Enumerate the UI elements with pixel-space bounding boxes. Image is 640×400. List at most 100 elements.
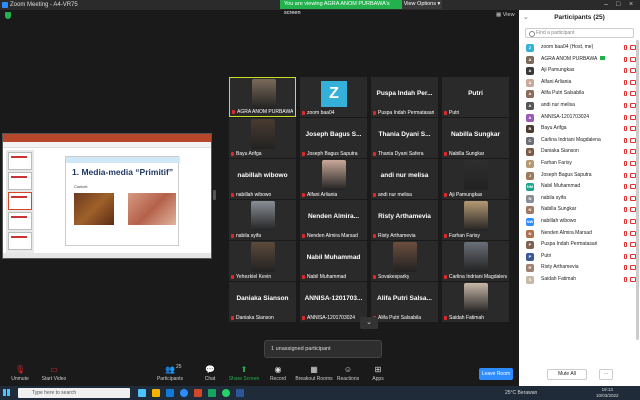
tile-name-label: Carlina Indriani Magdalena bbox=[444, 274, 507, 280]
share-screen-icon: ⬆ bbox=[240, 365, 248, 374]
participant-row[interactable]: A Aji Pamungkas bbox=[519, 65, 640, 77]
whatsapp-icon[interactable] bbox=[222, 389, 230, 397]
tile-display-name: Risty Arthamevia bbox=[378, 213, 431, 220]
participants-button[interactable]: 👥 25 Participants bbox=[150, 362, 190, 386]
participant-tile[interactable]: Saidah Fatimah bbox=[442, 282, 509, 322]
breakout-rooms-icon: ▦ bbox=[310, 365, 318, 374]
participant-tile[interactable]: Zzoom baa04 bbox=[300, 77, 367, 117]
participant-tile[interactable]: Yehezkiel Kevin bbox=[229, 241, 296, 281]
tile-name-text: Nabilla Sungkar bbox=[449, 151, 485, 157]
participant-row[interactable]: NM Nabil Muhammad bbox=[519, 181, 640, 193]
participant-row[interactable]: A Alifa Putri Salsabila bbox=[519, 88, 640, 100]
participant-tile[interactable]: Nenden Almira... Nenden Almira Marsad bbox=[300, 200, 367, 240]
participant-search-input[interactable]: Find a participant bbox=[525, 28, 634, 38]
participant-tile[interactable]: nabillah wibowo nabillah wibowo bbox=[229, 159, 296, 199]
tile-display-name: Puspa Indah Per... bbox=[376, 90, 433, 97]
taskbar-clock[interactable]: 19:13 10/03/2022 bbox=[596, 387, 619, 399]
participant-tile[interactable]: Putri Putri bbox=[442, 77, 509, 117]
participant-row[interactable]: A ANNISA-1201703024 bbox=[519, 112, 640, 124]
tile-name-text: Saidah Fatimah bbox=[449, 315, 485, 321]
participant-name: Saidah Fatimah bbox=[541, 275, 577, 282]
mute-all-button[interactable]: Mute All bbox=[547, 369, 587, 380]
participant-row[interactable]: P Puspa Indah Permatasari bbox=[519, 239, 640, 251]
chrome-icon[interactable] bbox=[208, 389, 216, 397]
tile-name-text: Risty Arthamevia bbox=[378, 233, 416, 239]
participant-row[interactable]: Aandi nur melisa bbox=[519, 100, 640, 112]
participant-tile[interactable]: Sovakesparky bbox=[371, 241, 438, 281]
participant-tile[interactable]: Nabilla Sungkar Nabilla Sungkar bbox=[442, 118, 509, 158]
video-feed bbox=[464, 283, 488, 313]
participant-tile[interactable]: nabila syifa bbox=[229, 200, 296, 240]
video-feed bbox=[251, 201, 275, 231]
participant-row[interactable]: Zzoom baa04 (Host, me) bbox=[519, 42, 640, 54]
participant-tile[interactable]: Nabil Muhammad Nabil Muhammad bbox=[300, 241, 367, 281]
participant-list-scrollbar[interactable] bbox=[636, 40, 639, 340]
participant-tile[interactable]: Carlina Indriani Magdalena bbox=[442, 241, 509, 281]
participant-tile[interactable]: Alfani Arliania bbox=[300, 159, 367, 199]
task-view-icon[interactable] bbox=[138, 389, 146, 397]
tile-name-text: Puspa Indah Permatasari bbox=[378, 110, 435, 116]
windows-start-icon[interactable] bbox=[3, 389, 10, 396]
window-title: Zoom Meeting - A4-VR75 bbox=[10, 2, 78, 8]
participant-tile[interactable]: Thania Dyani S... Thania Dyani Safera bbox=[371, 118, 438, 158]
participant-row[interactable]: A AGRA ANOM PURBAWA bbox=[519, 54, 640, 66]
muted-mic-icon bbox=[373, 111, 376, 115]
weather-widget[interactable]: 25°C Berawan bbox=[505, 386, 537, 400]
edge-icon[interactable] bbox=[166, 389, 174, 397]
participant-tile[interactable]: Aji Pamungkas bbox=[442, 159, 509, 199]
start-video-button[interactable]: ▭ Start Video bbox=[34, 362, 74, 386]
zoom-taskbar-icon[interactable] bbox=[180, 389, 188, 397]
tile-name-text: Alfani Arliania bbox=[307, 192, 338, 198]
view-button[interactable]: ▦ View bbox=[496, 12, 515, 18]
more-options-button[interactable]: ... bbox=[599, 369, 613, 380]
muted-mic-icon bbox=[373, 152, 376, 156]
participant-row[interactable]: Nnabila syifa bbox=[519, 193, 640, 205]
participant-row[interactable]: N Nabilla Sungkar bbox=[519, 204, 640, 216]
participant-tile[interactable]: Farhan Farisy bbox=[442, 200, 509, 240]
participant-tile[interactable]: Daniaka Sianson Daniaka Sianson bbox=[229, 282, 296, 322]
participant-tile[interactable]: Risty Arthamevia Risty Arthamevia bbox=[371, 200, 438, 240]
word-icon[interactable] bbox=[236, 389, 244, 397]
participant-row[interactable]: C Carlina Indriani Magdalena bbox=[519, 135, 640, 147]
file-explorer-icon[interactable] bbox=[152, 389, 160, 397]
participant-tile[interactable]: AGRA ANOM PURBAWA bbox=[229, 77, 296, 117]
maximize-icon[interactable]: □ bbox=[616, 0, 620, 10]
participant-name: ANNISA-1201703024 bbox=[541, 113, 590, 120]
participant-tile[interactable]: ANNISA-1201703... ANNISA-1201703024 bbox=[300, 282, 367, 322]
leave-room-button[interactable]: Leave Room bbox=[479, 368, 513, 380]
participant-row[interactable]: R Risty Arthamevia bbox=[519, 262, 640, 274]
minimize-icon[interactable]: – bbox=[604, 0, 608, 10]
tile-display-name: Thania Dyani S... bbox=[378, 131, 431, 138]
participant-row[interactable]: F Farhan Farisy bbox=[519, 158, 640, 170]
participant-row[interactable]: P Putri bbox=[519, 251, 640, 263]
panel-collapse-icon[interactable]: ⌄ bbox=[523, 10, 529, 26]
participant-row[interactable]: J Joseph Bagus Saputra bbox=[519, 170, 640, 182]
participant-row[interactable]: A Alfani Arliania bbox=[519, 77, 640, 89]
participant-tile[interactable]: Alifa Putri Salsa... Alifa Putri Salsabil… bbox=[371, 282, 438, 322]
security-shield-icon[interactable] bbox=[5, 12, 11, 19]
participant-tile[interactable]: Joseph Bagus S... Joseph Bagus Saputra bbox=[300, 118, 367, 158]
participant-tile[interactable]: andi nur melisa andi nur melisa bbox=[371, 159, 438, 199]
muted-mic-icon bbox=[624, 45, 627, 50]
apps-button[interactable]: ⊞ Apps bbox=[358, 362, 398, 386]
record-button[interactable]: ◉ Record bbox=[258, 362, 298, 386]
close-icon[interactable]: × bbox=[629, 0, 633, 10]
avatar: N bbox=[526, 194, 534, 203]
powerpoint-icon[interactable] bbox=[194, 389, 202, 397]
participant-row[interactable]: N Nenden Almira Marsad bbox=[519, 228, 640, 240]
participant-name: Nenden Almira Marsad bbox=[541, 229, 592, 236]
current-slide: 1. Media-media “Primitif” Contoh: bbox=[65, 156, 180, 246]
muted-mic-icon bbox=[444, 316, 447, 320]
taskbar-search-input[interactable]: Type here to search bbox=[18, 388, 130, 398]
next-page-chevron-icon[interactable]: ⌄ bbox=[360, 317, 378, 329]
participant-tile[interactable]: Bayu Arifga bbox=[229, 118, 296, 158]
view-options-button[interactable]: View Options ▾ bbox=[402, 0, 442, 9]
participant-row[interactable]: B Bayu Arifga bbox=[519, 123, 640, 135]
participant-row[interactable]: S Saidah Fatimah bbox=[519, 274, 640, 286]
participant-row[interactable]: D Daniaka Sianson bbox=[519, 146, 640, 158]
participant-row[interactable]: NW nabillah wibowo bbox=[519, 216, 640, 228]
participant-tile[interactable]: Puspa Indah Per... Puspa Indah Permatasar… bbox=[371, 77, 438, 117]
participant-name: Daniaka Sianson bbox=[541, 148, 579, 155]
splitter-handle[interactable] bbox=[213, 190, 216, 200]
muted-mic-icon bbox=[624, 79, 627, 85]
